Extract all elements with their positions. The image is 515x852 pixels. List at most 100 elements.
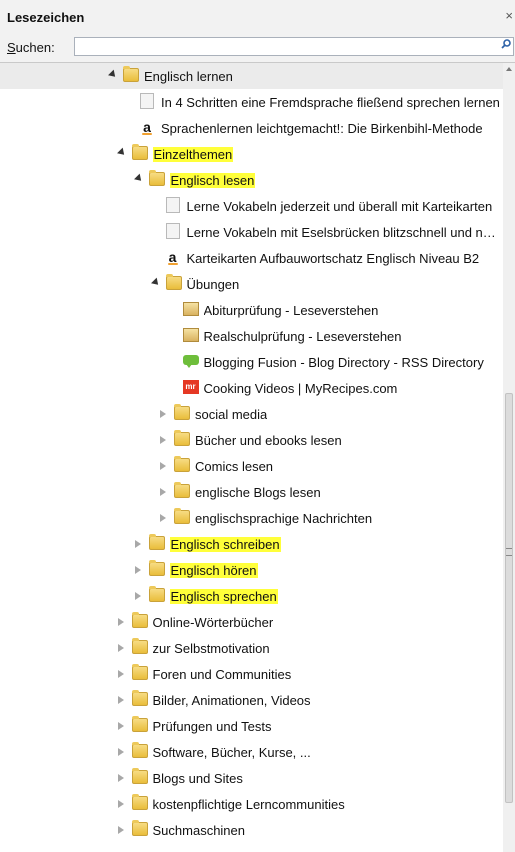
- expand-arrow-icon[interactable]: [117, 644, 124, 652]
- folder-icon: [148, 586, 165, 602]
- collapse-arrow-icon[interactable]: [108, 69, 118, 80]
- bookmark-folder[interactable]: englische Blogs lesen: [0, 479, 503, 505]
- folder-icon: [131, 612, 148, 628]
- folder-icon: [148, 534, 165, 550]
- expand-arrow-icon[interactable]: [160, 462, 166, 470]
- expand-arrow-icon[interactable]: [117, 748, 124, 756]
- bookmark-item[interactable]: Blogging Fusion - Blog Directory - RSS D…: [0, 349, 503, 375]
- expand-arrow-icon[interactable]: [117, 618, 124, 626]
- bookmark-folder[interactable]: Englisch hören: [0, 557, 503, 583]
- bookmark-label: Englisch lesen: [169, 173, 256, 188]
- bookmark-item[interactable]: mr Cooking Videos | MyRecipes.com: [0, 375, 503, 401]
- scrollbar[interactable]: [503, 63, 515, 852]
- bookmark-item[interactable]: Lerne Vokabeln mit Eselsbrücken blitzsch…: [0, 219, 503, 245]
- chat-icon: [182, 355, 199, 368]
- expand-arrow-icon[interactable]: [160, 514, 166, 522]
- bookmark-folder[interactable]: Bücher und ebooks lesen: [0, 427, 503, 453]
- folder-icon: [131, 690, 148, 706]
- expand-arrow-icon[interactable]: [134, 566, 141, 574]
- expand-arrow-icon[interactable]: [117, 774, 124, 782]
- bookmark-label: Sprachenlernen leichtgemacht!: Die Birke…: [161, 121, 483, 136]
- collapse-arrow-icon[interactable]: [150, 277, 161, 288]
- folder-icon: [131, 664, 148, 680]
- folder-icon: [165, 274, 182, 290]
- folder-icon: [148, 560, 165, 576]
- bookmark-folder[interactable]: Prüfungen und Tests: [0, 713, 503, 739]
- bookmark-item[interactable]: Realschulprüfung - Leseverstehen: [0, 323, 503, 349]
- folder-icon: [131, 144, 148, 160]
- myrecipes-icon: mr: [182, 380, 199, 394]
- bookmark-item[interactable]: a Karteikarten Aufbauwortschatz Englisch …: [0, 245, 503, 271]
- expand-arrow-icon[interactable]: [117, 826, 124, 834]
- folder-icon: [148, 170, 165, 186]
- bookmark-label: Englisch hören: [169, 563, 258, 578]
- folder-icon: [174, 404, 190, 420]
- scrollbar-grip-icon: [506, 548, 512, 556]
- bookmark-label: Übungen: [186, 277, 240, 292]
- collapse-arrow-icon[interactable]: [133, 173, 144, 184]
- bookmark-folder[interactable]: Englisch schreiben: [0, 531, 503, 557]
- folder-icon: [174, 482, 190, 498]
- bookmark-item[interactable]: Abiturprüfung - Leseverstehen: [0, 297, 503, 323]
- folder-icon: [123, 66, 139, 82]
- page-icon: [165, 197, 180, 213]
- bookmark-folder[interactable]: kostenpflichtige Lerncommunities: [0, 791, 503, 817]
- expand-arrow-icon[interactable]: [134, 540, 141, 548]
- close-icon[interactable]: ×: [505, 8, 513, 23]
- certificate-icon: [182, 328, 199, 342]
- expand-arrow-icon[interactable]: [117, 722, 124, 730]
- folder-icon: [131, 716, 148, 732]
- bookmark-label: zur Selbstmotivation: [152, 641, 270, 656]
- bookmark-folder[interactable]: englischsprachige Nachrichten: [0, 505, 503, 531]
- expand-arrow-icon[interactable]: [134, 592, 141, 600]
- scroll-up-icon[interactable]: [506, 67, 512, 71]
- bookmark-folder[interactable]: Englisch lernen: [0, 63, 503, 89]
- search-label: Suchen:: [7, 40, 55, 55]
- bookmark-folder[interactable]: Foren und Communities: [0, 661, 503, 687]
- folder-icon: [131, 820, 148, 836]
- bookmark-label: englischsprachige Nachrichten: [195, 511, 373, 526]
- page-icon: [140, 93, 154, 109]
- search-input[interactable]: [74, 37, 514, 56]
- folder-icon: [131, 768, 148, 784]
- bookmark-label: Realschulprüfung - Leseverstehen: [203, 329, 402, 344]
- certificate-icon: [182, 302, 199, 316]
- folder-icon: [131, 742, 148, 758]
- bookmark-item[interactable]: In 4 Schritten eine Fremdsprache fließen…: [0, 89, 503, 115]
- bookmark-folder[interactable]: Software, Bücher, Kurse, ...: [0, 739, 503, 765]
- search-row: Suchen:: [0, 32, 515, 62]
- bookmark-folder[interactable]: Suchmaschinen: [0, 817, 503, 843]
- expand-arrow-icon[interactable]: [117, 696, 124, 704]
- bookmark-item[interactable]: Lerne Vokabeln jederzeit und überall mit…: [0, 193, 503, 219]
- folder-icon: [174, 456, 190, 472]
- bookmark-folder[interactable]: zur Selbstmotivation: [0, 635, 503, 661]
- expand-arrow-icon[interactable]: [117, 800, 124, 808]
- bookmark-item[interactable]: a Sprachenlernen leichtgemacht!: Die Birk…: [0, 115, 503, 141]
- bookmark-label: Comics lesen: [195, 459, 274, 474]
- expand-arrow-icon[interactable]: [117, 670, 124, 678]
- bookmark-label: Karteikarten Aufbauwortschatz Englisch N…: [186, 251, 480, 266]
- expand-arrow-icon[interactable]: [160, 436, 166, 444]
- bookmark-folder[interactable]: Einzelthemen: [0, 141, 503, 167]
- bookmark-folder[interactable]: Comics lesen: [0, 453, 503, 479]
- bookmark-folder[interactable]: Übungen: [0, 271, 503, 297]
- amazon-icon: a: [165, 250, 180, 265]
- bookmark-folder[interactable]: Englisch sprechen: [0, 583, 503, 609]
- bookmark-label: Suchmaschinen: [152, 823, 246, 838]
- page-icon: [165, 223, 180, 239]
- scrollbar-thumb[interactable]: [505, 393, 513, 803]
- bookmark-label: In 4 Schritten eine Fremdsprache fließen…: [161, 95, 500, 110]
- bookmark-folder[interactable]: Bilder, Animationen, Videos: [0, 687, 503, 713]
- bookmark-folder[interactable]: Englisch lesen: [0, 167, 503, 193]
- search-icon[interactable]: [501, 39, 511, 49]
- bookmark-label: Prüfungen und Tests: [152, 719, 272, 734]
- expand-arrow-icon[interactable]: [160, 488, 166, 496]
- bookmark-tree: Englisch lernen In 4 Schritten eine Fremd…: [0, 63, 503, 852]
- bookmark-folder[interactable]: Blogs und Sites: [0, 765, 503, 791]
- bookmark-folder[interactable]: social media: [0, 401, 503, 427]
- bookmark-label: Einzelthemen: [152, 147, 234, 162]
- bookmark-folder[interactable]: Online-Wörterbücher: [0, 609, 503, 635]
- bookmark-label: Englisch schreiben: [169, 537, 281, 552]
- expand-arrow-icon[interactable]: [160, 410, 166, 418]
- collapse-arrow-icon[interactable]: [116, 147, 127, 158]
